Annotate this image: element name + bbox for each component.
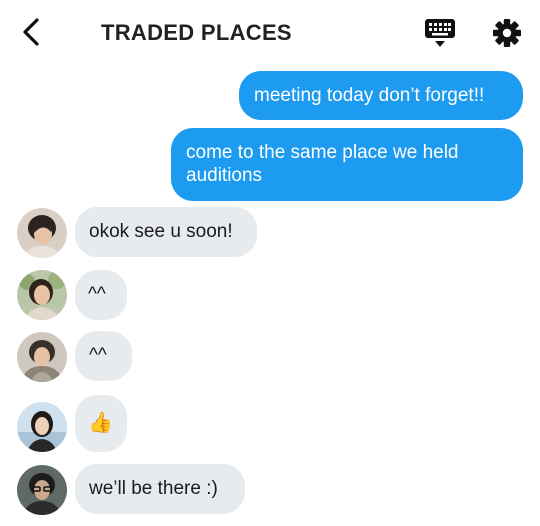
keyboard-button[interactable] [422, 16, 458, 50]
message-bubble-incoming[interactable]: ^^ [75, 270, 127, 320]
avatar[interactable] [17, 208, 67, 258]
message-text: come to the same place we held auditions [186, 142, 459, 186]
message-bubble-outgoing[interactable]: meeting today don’t forget!! [239, 71, 523, 120]
back-button[interactable] [14, 14, 48, 50]
gear-icon [493, 19, 521, 47]
avatar[interactable] [17, 332, 67, 382]
chat-header: TRADED PLACES [0, 0, 540, 64]
message-bubble-outgoing[interactable]: come to the same place we held auditions [171, 128, 523, 201]
message-text: ^^ [88, 284, 106, 305]
avatar[interactable] [17, 270, 67, 320]
settings-button[interactable] [490, 16, 524, 50]
chat-title: TRADED PLACES [101, 20, 292, 45]
message-text: ^^ [89, 345, 107, 366]
message-bubble-incoming[interactable]: we’ll be there :) [75, 464, 245, 514]
message-bubble-incoming[interactable]: okok see u soon! [75, 207, 257, 257]
message-text: okok see u soon! [89, 221, 233, 242]
message-text: meeting today don’t forget!! [254, 85, 485, 106]
message-text: we’ll be there :) [89, 478, 218, 499]
avatar[interactable] [17, 402, 67, 452]
message-text: 👍 [88, 412, 113, 434]
keyboard-icon [425, 19, 455, 47]
message-bubble-incoming[interactable]: ^^ [75, 331, 132, 381]
avatar[interactable] [17, 465, 67, 515]
chevron-left-icon [23, 18, 39, 46]
message-bubble-incoming[interactable]: 👍 [75, 395, 127, 452]
